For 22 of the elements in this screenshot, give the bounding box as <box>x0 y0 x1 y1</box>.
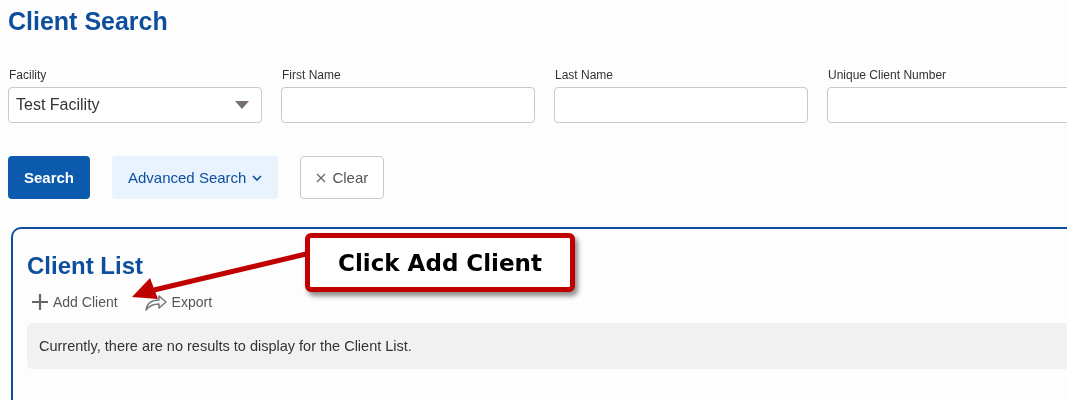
field-label: First Name <box>281 68 342 82</box>
text-input-field[interactable] <box>554 87 808 123</box>
chevron-down-icon <box>252 174 263 181</box>
page-title: Client Search <box>8 6 169 36</box>
clear-button[interactable]: Clear <box>300 156 385 199</box>
text-input-field[interactable] <box>281 87 535 123</box>
share-arrow-icon <box>143 293 168 311</box>
plus-icon <box>31 293 49 311</box>
facility-dropdown[interactable]: Test Facility <box>8 87 262 123</box>
add-client-button[interactable]: Add Client <box>31 293 118 311</box>
empty-results-message: Currently, there are no results to display for the Client List. <box>27 323 1067 369</box>
field-label: Facility <box>8 68 48 82</box>
field-label: Unique Client Number <box>827 68 948 82</box>
panel-title: Client List <box>27 251 143 281</box>
close-icon <box>316 172 327 183</box>
text-input-field[interactable] <box>827 87 1067 123</box>
dropdown-caret-icon <box>235 101 249 109</box>
search-button[interactable]: Search <box>8 156 90 199</box>
export-button[interactable]: Export <box>143 293 213 311</box>
callout-annotation: Click Add Client <box>305 233 575 292</box>
field-label: Last Name <box>554 68 615 82</box>
advanced-search-button[interactable]: Advanced Search <box>112 156 279 199</box>
